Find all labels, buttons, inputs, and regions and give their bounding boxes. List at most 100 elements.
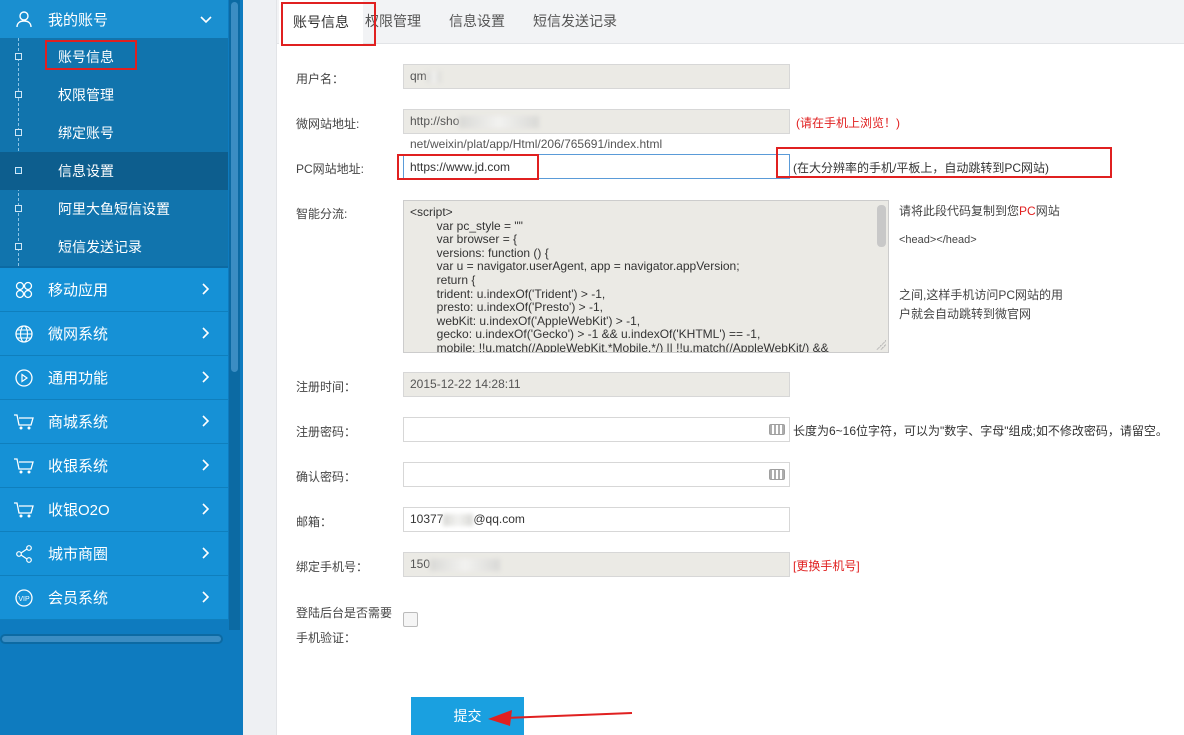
scrollbar-thumb[interactable] (2, 636, 221, 642)
login-verify-label-line2: 手机验证： (296, 631, 357, 645)
password-rule-note: 长度为6~16位字符，可以为"数字、字母"组成;如不修改密码，请留空。 (793, 424, 1168, 438)
share-icon (0, 544, 48, 564)
flower-icon (0, 280, 48, 300)
sidebar: 我的账号 账号信息 权限管理 绑定账号 信息设置 阿里大鱼短信设置 短信发送记录… (0, 0, 243, 735)
tab-bar: 账号信息 权限管理 信息设置 短信发送记录 (277, 0, 1184, 44)
main-panel: 账号信息 权限管理 信息设置 短信发送记录 用户名： qm 微网站地址: htt… (276, 0, 1184, 735)
username-label: 用户名： (296, 72, 345, 86)
hint-pc-text: PC (1019, 204, 1036, 218)
tab-info-settings[interactable]: 信息设置 (435, 0, 519, 43)
smart-split-hint-line3: 之间,这样手机访问PC网站的用 (899, 288, 1064, 302)
sidebar-item-bind-account[interactable]: 绑定账号 (0, 114, 228, 152)
submit-button[interactable]: 提交 (411, 697, 524, 735)
sidebar-section-label: 移动应用 (48, 282, 109, 299)
sidebar-section-cashier-system[interactable]: 收银系统 (0, 444, 228, 488)
chevron-right-icon (184, 502, 228, 518)
redacted-mask (443, 513, 474, 526)
scrollbar-thumb[interactable] (877, 205, 886, 247)
chevron-right-icon (184, 326, 228, 342)
sidebar-item-info-settings[interactable]: 信息设置 (0, 152, 228, 190)
confirm-password-input[interactable] (403, 462, 790, 487)
register-time-field: 2015-12-22 14:28:11 (403, 372, 790, 397)
svg-text:VIP: VIP (18, 596, 30, 603)
sidebar-section-mall-system[interactable]: 商城系统 (0, 400, 228, 444)
keyboard-icon[interactable] (769, 469, 785, 480)
sidebar-section-micro-site[interactable]: 微网系统 (0, 312, 228, 356)
pc-site-input[interactable] (403, 154, 790, 179)
sidebar-item-label: 短信发送记录 (58, 239, 142, 255)
sidebar-item-permissions[interactable]: 权限管理 (0, 76, 228, 114)
chevron-right-icon (184, 414, 228, 430)
confirm-password-label: 确认密码： (296, 470, 357, 484)
sidebar-item-label: 权限管理 (58, 87, 114, 103)
sidebar-horizontal-scrollbar[interactable] (0, 634, 223, 644)
sidebar-section-label: 商城系统 (48, 414, 109, 431)
scrollbar-thumb[interactable] (231, 2, 238, 372)
mobile-site-field: http://sho net/weixin/plat/app/Html/206/7… (403, 109, 790, 151)
sidebar-item-label: 阿里大鱼短信设置 (58, 201, 170, 217)
chevron-right-icon (184, 458, 228, 474)
tree-node-icon (15, 167, 22, 174)
smart-split-code: <script> var pc_style = "" var browser =… (410, 205, 829, 353)
username-field: qm (403, 64, 790, 89)
tree-node-icon (15, 205, 22, 212)
sidebar-section-cashier-o2o[interactable]: 收银O2O (0, 488, 228, 532)
sidebar-item-alidayu-sms[interactable]: 阿里大鱼短信设置 (0, 190, 228, 228)
cart-icon (0, 501, 48, 519)
tree-node-icon (15, 91, 22, 98)
email-value-suffix: @qq.com (473, 512, 525, 526)
sidebar-section-common-functions[interactable]: 通用功能 (0, 356, 228, 400)
smart-split-hint-line1: 请将此段代码复制到您PC网站 (899, 202, 1060, 219)
sidebar-section-my-account[interactable]: 我的账号 (0, 0, 228, 38)
tab-permissions[interactable]: 权限管理 (363, 0, 435, 43)
keyboard-icon[interactable] (769, 424, 785, 435)
sidebar-section-label: 收银O2O (48, 502, 110, 519)
phone-label: 绑定手机号： (296, 560, 369, 574)
tree-node-icon (15, 53, 22, 60)
hint-text: 网站 (1035, 204, 1060, 218)
sidebar-item-sms-records[interactable]: 短信发送记录 (0, 228, 228, 266)
smart-split-hint-head: <head></head> (899, 234, 977, 246)
smart-split-hint-line4: 户就会自动跳转到微官网 (899, 307, 1032, 321)
register-time-label: 注册时间： (296, 380, 357, 394)
tab-sms-records[interactable]: 短信发送记录 (519, 0, 631, 43)
sidebar-section-mobile-apps[interactable]: 移动应用 (0, 268, 228, 312)
mobile-site-value-prefix: http://sho (410, 114, 460, 128)
tree-node-icon (15, 129, 22, 136)
chevron-down-icon (184, 11, 228, 27)
mobile-site-note: (请在手机上浏览！) (796, 116, 900, 130)
sidebar-item-label: 信息设置 (58, 163, 114, 179)
register-password-input[interactable] (403, 417, 790, 442)
email-value-prefix: 10377 (410, 512, 444, 526)
sidebar-section-label: 通用功能 (48, 370, 109, 387)
tree-node-icon (15, 243, 22, 250)
sidebar-section-member-system[interactable]: VIP 会员系统 (0, 576, 228, 620)
chevron-right-icon (184, 282, 228, 298)
login-verify-checkbox[interactable] (403, 612, 418, 627)
code-scrollbar[interactable] (877, 203, 886, 343)
login-verify-label-line1: 登陆后台是否需要 (296, 606, 393, 620)
play-circle-icon (0, 368, 48, 388)
email-label: 邮箱： (296, 515, 333, 529)
mobile-site-label: 微网站地址: (296, 117, 360, 131)
account-submenu: 账号信息 权限管理 绑定账号 信息设置 阿里大鱼短信设置 短信发送记录 (0, 38, 228, 266)
smart-split-label: 智能分流: (296, 207, 348, 221)
sidebar-section-label: 微网系统 (48, 326, 109, 343)
phone-value-prefix: 150 (410, 557, 431, 571)
resize-grip-icon[interactable] (876, 340, 886, 350)
sidebar-section-label: 城市商圈 (48, 546, 109, 563)
sidebar-item-account-info[interactable]: 账号信息 (0, 38, 228, 76)
sidebar-section-label: 会员系统 (48, 590, 109, 607)
tab-account-info[interactable]: 账号信息 (279, 0, 363, 44)
email-input[interactable]: 10377 @qq.com (403, 507, 790, 532)
change-phone-link[interactable]: [更换手机号] (793, 557, 860, 574)
redacted-mask (430, 558, 501, 571)
register-password-label: 注册密码： (296, 425, 357, 439)
smart-split-code-textarea[interactable]: <script> var pc_style = "" var browser =… (403, 200, 889, 353)
sidebar-section-label: 收银系统 (48, 458, 109, 475)
sidebar-section-city-business[interactable]: 城市商圈 (0, 532, 228, 576)
chevron-right-icon (184, 546, 228, 562)
pc-site-note: (在大分辨率的手机/平板上，自动跳转到PC网站) (793, 161, 1049, 175)
sidebar-vertical-scrollbar[interactable] (229, 0, 240, 630)
cart-icon (0, 413, 48, 431)
